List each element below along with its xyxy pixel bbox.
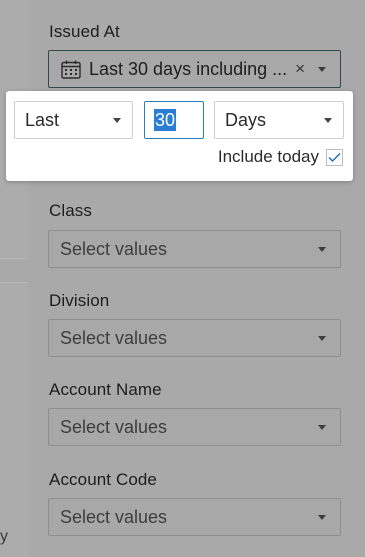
- division-placeholder: Select values: [60, 327, 168, 348]
- account-code-select[interactable]: Select values: [48, 498, 341, 536]
- class-select[interactable]: Select values: [48, 230, 341, 268]
- issued-at-select[interactable]: Last 30 days including ... ×: [48, 50, 341, 88]
- account-code-label: Account Code: [49, 470, 157, 489]
- account-name-placeholder: Select values: [60, 416, 168, 437]
- unit-select[interactable]: Days: [214, 101, 344, 139]
- include-today-label: Include today: [217, 147, 319, 166]
- class-label: Class: [49, 201, 93, 220]
- amount-value: 30: [154, 109, 177, 131]
- chevron-down-icon: [324, 117, 332, 123]
- chevron-down-icon: [318, 246, 326, 252]
- checkmark-icon: [328, 152, 341, 163]
- issued-at-label: Issued At: [49, 22, 120, 41]
- chevron-down-icon: [113, 117, 121, 123]
- period-select[interactable]: Last: [14, 101, 133, 139]
- division-select[interactable]: Select values: [48, 319, 341, 357]
- chevron-down-icon: [318, 514, 326, 520]
- chevron-down-icon: [318, 335, 326, 341]
- date-range-popup: Last 30 Days Include today: [6, 91, 353, 181]
- calendar-icon: [61, 60, 81, 79]
- unit-value: Days: [225, 109, 267, 130]
- account-name-label: Account Name: [49, 380, 162, 399]
- background-panel-lower: [0, 282, 28, 557]
- division-label: Division: [49, 291, 110, 310]
- class-placeholder: Select values: [60, 238, 168, 259]
- clear-icon[interactable]: ×: [295, 59, 305, 79]
- chevron-down-icon[interactable]: [318, 66, 326, 72]
- account-code-placeholder: Select values: [60, 506, 168, 527]
- chevron-down-icon: [318, 424, 326, 430]
- background-corner-text: y: [0, 528, 8, 545]
- account-name-select[interactable]: Select values: [48, 408, 341, 446]
- include-today-checkbox[interactable]: [326, 149, 343, 166]
- amount-input[interactable]: 30: [144, 101, 204, 139]
- issued-at-value: Last 30 days including ...: [89, 58, 288, 79]
- period-value: Last: [25, 109, 60, 130]
